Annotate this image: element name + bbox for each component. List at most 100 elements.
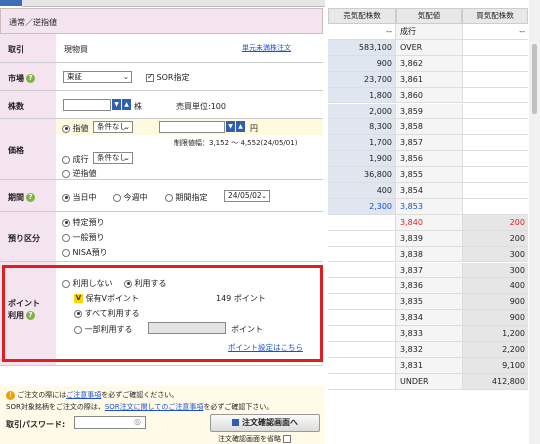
order-book-row: 3,840 200	[328, 214, 528, 231]
sell-qty-cell	[328, 246, 396, 263]
inactive-tab-strip[interactable]	[22, 0, 325, 7]
price-cell[interactable]: 3,856	[396, 151, 462, 168]
order-confirm-button[interactable]: 注文確認画面へ	[210, 414, 320, 432]
sor-caution-link[interactable]: SOR注文に関してのご注意事項	[105, 403, 204, 411]
price-cell[interactable]: 3,854	[396, 183, 462, 199]
eye-icon[interactable]: ◎	[134, 417, 141, 426]
period-specify-label: 期間指定	[175, 193, 208, 202]
order-book-row: 8,300 3,858	[328, 119, 528, 136]
price-cell[interactable]: 3,838	[396, 246, 462, 263]
price-down-icon[interactable]: ▼	[226, 121, 235, 132]
sell-qty-cell: 36,800	[328, 167, 396, 183]
order-book-row: 3,831 9,100	[328, 357, 528, 374]
price-cell[interactable]: 3,860	[396, 87, 462, 104]
buy-qty-cell: 400	[462, 278, 528, 295]
price-up-icon[interactable]: ▲	[236, 121, 245, 132]
order-book-row: UNDER 412,800	[328, 373, 528, 390]
limit-condition-select[interactable]: 条件なし ⌄	[93, 121, 133, 133]
trade-value: 現物買	[64, 45, 88, 54]
price-label: 価格	[8, 146, 24, 155]
price-cell[interactable]: 3,839	[396, 230, 462, 247]
order-book-row: 3,839 200	[328, 230, 528, 247]
price-cell[interactable]: 3,855	[396, 167, 462, 183]
market-select[interactable]: 東証 ⌄	[63, 71, 132, 83]
price-cell[interactable]: 3,836	[396, 278, 462, 295]
tab-bar	[0, 0, 325, 8]
account-specific-radio[interactable]	[62, 218, 70, 227]
period-week-radio[interactable]	[113, 193, 121, 202]
period-today-label: 当日中	[72, 193, 97, 202]
skip-confirm-checkbox[interactable]	[283, 435, 292, 443]
stop-order-radio[interactable]	[62, 169, 70, 178]
price-cell[interactable]: 成行	[396, 24, 462, 40]
order-book-row: -- 成行 --	[328, 24, 528, 40]
buy-qty-cell	[462, 103, 528, 120]
limit-order-radio[interactable]	[62, 124, 70, 133]
order-book-row: 1,700 3,857	[328, 135, 528, 152]
help-icon[interactable]: ?	[26, 74, 35, 83]
order-book-row: 583,100 OVER	[328, 39, 528, 56]
sor-checkbox[interactable]	[146, 72, 154, 82]
caution-link[interactable]: ご注意事項	[66, 391, 101, 399]
price-limit-range: 制限値幅：3,152 ～ 4,552(24/05/01)	[174, 139, 298, 147]
buy-qty-cell: 9,100	[462, 357, 528, 374]
quantity-input[interactable]	[63, 99, 111, 111]
order-book-row: 2,000 3,859	[328, 103, 528, 120]
help-icon[interactable]: ?	[26, 193, 35, 202]
notice-area: ! ご注文の際にはご注意事項を必ずご確認ください。 SOR対象銘柄をご注文の際は…	[0, 386, 325, 444]
price-cell[interactable]: 3,835	[396, 294, 462, 311]
price-cell[interactable]: 3,837	[396, 262, 462, 279]
sell-qty-cell: 1,900	[328, 151, 396, 168]
account-specific-label: 特定預り	[72, 218, 105, 227]
account-nisa-radio[interactable]	[62, 248, 70, 257]
period-row: 期間? 当日中 今週中 期間指定 24/05/02 ⌄	[0, 180, 323, 212]
sell-qty-cell	[328, 373, 396, 390]
quantity-up-icon[interactable]: ▲	[122, 99, 131, 110]
price-cell[interactable]: 3,832	[396, 342, 462, 358]
price-cell[interactable]: 3,833	[396, 326, 462, 342]
period-date-select[interactable]: 24/05/02 ⌄	[224, 190, 270, 202]
sell-qty-cell: 23,700	[328, 71, 396, 88]
quantity-down-icon[interactable]: ▼	[112, 99, 121, 110]
password-label: 取引パスワード:	[6, 420, 66, 429]
odd-lot-order-link[interactable]: 単元未満株注文	[242, 43, 291, 53]
period-specify-radio[interactable]	[165, 193, 173, 202]
market-order-radio[interactable]	[62, 155, 70, 164]
active-tab-strip[interactable]	[0, 0, 22, 6]
trade-row: 取引 現物買 単元未満株注文	[0, 34, 323, 63]
order-type-title: 通常／逆指値	[9, 18, 57, 27]
price-cell[interactable]: 3,859	[396, 103, 462, 120]
account-general-radio[interactable]	[62, 233, 70, 242]
buy-qty-cell: 1,200	[462, 326, 528, 342]
sell-qty-cell	[328, 262, 396, 279]
buy-qty-cell: 2,200	[462, 342, 528, 358]
buy-qty-cell: 900	[462, 294, 528, 311]
highlight-frame	[2, 265, 323, 362]
period-today-radio[interactable]	[62, 193, 70, 202]
price-row: 価格 指値 条件なし ⌄ ▼ ▲ 円 制限値幅：3,152 ～ 4,552(24/…	[0, 119, 323, 180]
price-cell[interactable]: 3,861	[396, 71, 462, 88]
order-book-row: 3,835 900	[328, 294, 528, 311]
price-cell[interactable]: 3,857	[396, 135, 462, 152]
price-cell[interactable]: 3,853	[396, 198, 462, 215]
trading-unit-info: 売買単位:100	[176, 102, 226, 111]
scrollbar[interactable]	[529, 0, 540, 444]
order-book-row: 3,836 400	[328, 278, 528, 295]
order-book-row: 900 3,862	[328, 55, 528, 72]
order-book: 売気配株数 気配値 買気配株数 -- 成行 -- 583,100 OVER 900 3,86…	[328, 0, 528, 444]
market-condition-select[interactable]: 条件なし ⌄	[93, 152, 133, 164]
buy-qty-cell: 300	[462, 246, 528, 263]
price-cell[interactable]: 3,834	[396, 310, 462, 327]
price-cell[interactable]: 3,831	[396, 357, 462, 374]
scrollbar-thumb[interactable]	[532, 44, 537, 114]
price-cell[interactable]: 3,858	[396, 119, 462, 136]
price-cell[interactable]: OVER	[396, 39, 462, 56]
buy-qty-cell: 200	[462, 230, 528, 247]
buy-qty-cell	[462, 135, 528, 152]
price-cell[interactable]: UNDER	[396, 373, 462, 390]
price-cell[interactable]: 3,840	[396, 214, 462, 231]
limit-price-input[interactable]	[159, 121, 225, 133]
price-unit: 円	[250, 124, 258, 133]
price-cell[interactable]: 3,862	[396, 55, 462, 72]
market-order-label: 成行	[72, 155, 89, 164]
